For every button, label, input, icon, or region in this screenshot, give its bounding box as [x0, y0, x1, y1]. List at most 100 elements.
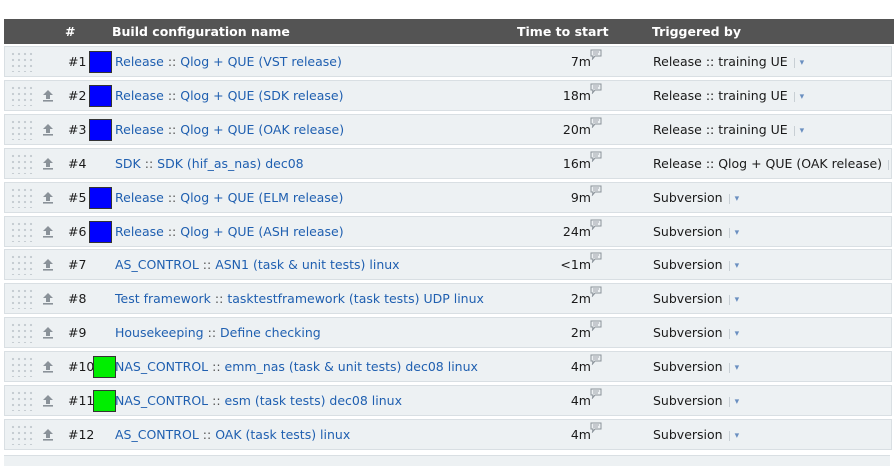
project-name[interactable]: Release	[115, 122, 164, 137]
build-configuration-link[interactable]: SDK :: SDK (hif_as_nas) dec08	[115, 156, 304, 171]
move-to-top-icon[interactable]	[42, 394, 54, 407]
comment-bubble-icon[interactable]	[590, 219, 602, 230]
configuration-name[interactable]: emm_nas (task & unit tests) dec08 linux	[225, 359, 478, 374]
project-name[interactable]: NAS_CONTROL	[115, 393, 208, 408]
project-name[interactable]: AS_CONTROL	[115, 427, 199, 442]
move-to-top-icon[interactable]	[42, 428, 54, 441]
drag-handle-icon[interactable]	[10, 356, 36, 377]
drag-handle-icon[interactable]	[10, 390, 36, 411]
build-configuration-link[interactable]: Test framework :: tasktestframework (tas…	[115, 291, 484, 306]
configuration-name[interactable]: OAK (task tests) linux	[215, 427, 350, 442]
configuration-name[interactable]: SDK (hif_as_nas) dec08	[157, 156, 303, 171]
project-name[interactable]: Housekeeping	[115, 325, 204, 340]
comment-bubble-icon[interactable]	[590, 151, 602, 162]
move-to-top-icon[interactable]	[42, 360, 54, 373]
configuration-name[interactable]: ASN1 (task & unit tests) linux	[215, 257, 399, 272]
chevron-down-icon[interactable]: ▾	[728, 227, 739, 238]
time-to-start: 4m	[570, 427, 591, 442]
table-row[interactable]: #11 NAS_CONTROL :: esm (task tests) dec08…	[4, 385, 892, 416]
chevron-down-icon[interactable]: ▾	[888, 159, 894, 170]
queue-position: #7	[68, 257, 87, 272]
build-configuration-link[interactable]: Housekeeping :: Define checking	[115, 325, 321, 340]
move-to-top-icon[interactable]	[42, 292, 54, 305]
chevron-down-icon[interactable]: ▾	[728, 260, 739, 271]
configuration-name[interactable]: Qlog + QUE (OAK release)	[180, 122, 344, 137]
configuration-name[interactable]: Qlog + QUE (VST release)	[180, 54, 342, 69]
build-configuration-link[interactable]: NAS_CONTROL :: emm_nas (task & unit test…	[115, 359, 478, 374]
configuration-name[interactable]: esm (task tests) dec08 linux	[225, 393, 402, 408]
build-configuration-link[interactable]: Release :: Qlog + QUE (ASH release)	[115, 224, 344, 239]
chevron-down-icon[interactable]: ▾	[728, 362, 739, 373]
drag-handle-icon[interactable]	[10, 187, 36, 208]
project-name[interactable]: Test framework	[115, 291, 211, 306]
drag-handle-icon[interactable]	[10, 85, 36, 106]
drag-handle-icon[interactable]	[10, 322, 36, 343]
project-name[interactable]: Release	[115, 54, 164, 69]
trigger-text: Subversion	[653, 224, 723, 239]
chevron-down-icon[interactable]: ▾	[728, 193, 739, 204]
move-to-top-icon[interactable]	[42, 157, 54, 170]
table-row[interactable]: #8 Test framework :: tasktestframework (t…	[4, 283, 892, 314]
table-row[interactable]: #7 AS_CONTROL :: ASN1 (task & unit tests)…	[4, 249, 892, 280]
drag-handle-icon[interactable]	[10, 288, 36, 309]
comment-bubble-icon[interactable]	[590, 185, 602, 196]
move-to-top-icon[interactable]	[42, 191, 54, 204]
build-configuration-link[interactable]: NAS_CONTROL :: esm (task tests) dec08 li…	[115, 393, 402, 408]
comment-bubble-icon[interactable]	[590, 354, 602, 365]
chevron-down-icon[interactable]: ▾	[728, 328, 739, 339]
comment-bubble-icon[interactable]	[590, 83, 602, 94]
project-name[interactable]: Release	[115, 190, 164, 205]
chevron-down-icon[interactable]: ▾	[793, 91, 804, 102]
move-to-top-icon[interactable]	[42, 225, 54, 238]
table-row[interactable]: #10 NAS_CONTROL :: emm_nas (task & unit t…	[4, 351, 892, 382]
build-configuration-link[interactable]: Release :: Qlog + QUE (SDK release)	[115, 88, 344, 103]
project-name[interactable]: AS_CONTROL	[115, 257, 199, 272]
project-name[interactable]: SDK	[115, 156, 141, 171]
move-to-top-icon[interactable]	[42, 326, 54, 339]
build-configuration-link[interactable]: AS_CONTROL :: ASN1 (task & unit tests) l…	[115, 257, 400, 272]
comment-bubble-icon[interactable]	[590, 252, 602, 263]
project-name[interactable]: NAS_CONTROL	[115, 359, 208, 374]
configuration-name[interactable]: Qlog + QUE (SDK release)	[180, 88, 343, 103]
build-configuration-link[interactable]: Release :: Qlog + QUE (OAK release)	[115, 122, 344, 137]
comment-bubble-icon[interactable]	[590, 286, 602, 297]
table-row[interactable]: #12 AS_CONTROL :: OAK (task tests) linux 4…	[4, 419, 892, 450]
chevron-down-icon[interactable]: ▾	[793, 57, 804, 68]
drag-handle-icon[interactable]	[10, 254, 36, 275]
table-row[interactable]: #5 Release :: Qlog + QUE (ELM release) 9m S…	[4, 182, 892, 213]
project-name[interactable]: Release	[115, 88, 164, 103]
comment-bubble-icon[interactable]	[590, 388, 602, 399]
drag-handle-icon[interactable]	[10, 221, 36, 242]
table-row[interactable]: #6 Release :: Qlog + QUE (ASH release) 24m…	[4, 216, 892, 247]
configuration-name[interactable]: Define checking	[220, 325, 321, 340]
queue-position: #9	[68, 325, 87, 340]
chevron-down-icon[interactable]: ▾	[728, 294, 739, 305]
move-to-top-icon[interactable]	[42, 89, 54, 102]
configuration-name[interactable]: Qlog + QUE (ELM release)	[180, 190, 343, 205]
configuration-name[interactable]: tasktestframework (task tests) UDP linux	[227, 291, 484, 306]
chevron-down-icon[interactable]: ▾	[728, 396, 739, 407]
comment-bubble-icon[interactable]	[590, 320, 602, 331]
move-to-top-icon[interactable]	[42, 258, 54, 271]
table-row[interactable]: #1 Release :: Qlog + QUE (VST release) 7m R…	[4, 46, 892, 77]
table-row[interactable]: #4 SDK :: SDK (hif_as_nas) dec08 16m Releas…	[4, 148, 892, 179]
move-to-top-icon[interactable]	[42, 123, 54, 136]
table-row[interactable]: #3 Release :: Qlog + QUE (OAK release) 20m…	[4, 114, 892, 145]
drag-handle-icon[interactable]	[10, 153, 36, 174]
drag-handle-icon[interactable]	[10, 119, 36, 140]
table-row[interactable]: #9 Housekeeping :: Define checking 2m Subve…	[4, 317, 892, 348]
configuration-name[interactable]: Qlog + QUE (ASH release)	[180, 224, 343, 239]
build-configuration-link[interactable]: AS_CONTROL :: OAK (task tests) linux	[115, 427, 350, 442]
drag-handle-icon[interactable]	[10, 424, 36, 445]
build-configuration-link[interactable]: Release :: Qlog + QUE (VST release)	[115, 54, 342, 69]
chevron-down-icon[interactable]: ▾	[728, 430, 739, 441]
build-configuration-link[interactable]: Release :: Qlog + QUE (ELM release)	[115, 190, 343, 205]
comment-bubble-icon[interactable]	[590, 117, 602, 128]
comment-bubble-icon[interactable]	[590, 422, 602, 433]
table-row[interactable]: #2 Release :: Qlog + QUE (SDK release) 18m…	[4, 80, 892, 111]
chevron-down-icon[interactable]: ▾	[793, 125, 804, 136]
drag-handle-icon[interactable]	[10, 51, 36, 72]
comment-bubble-icon[interactable]	[590, 49, 602, 60]
project-name[interactable]: Release	[115, 224, 164, 239]
queue-position: #1	[68, 54, 87, 69]
